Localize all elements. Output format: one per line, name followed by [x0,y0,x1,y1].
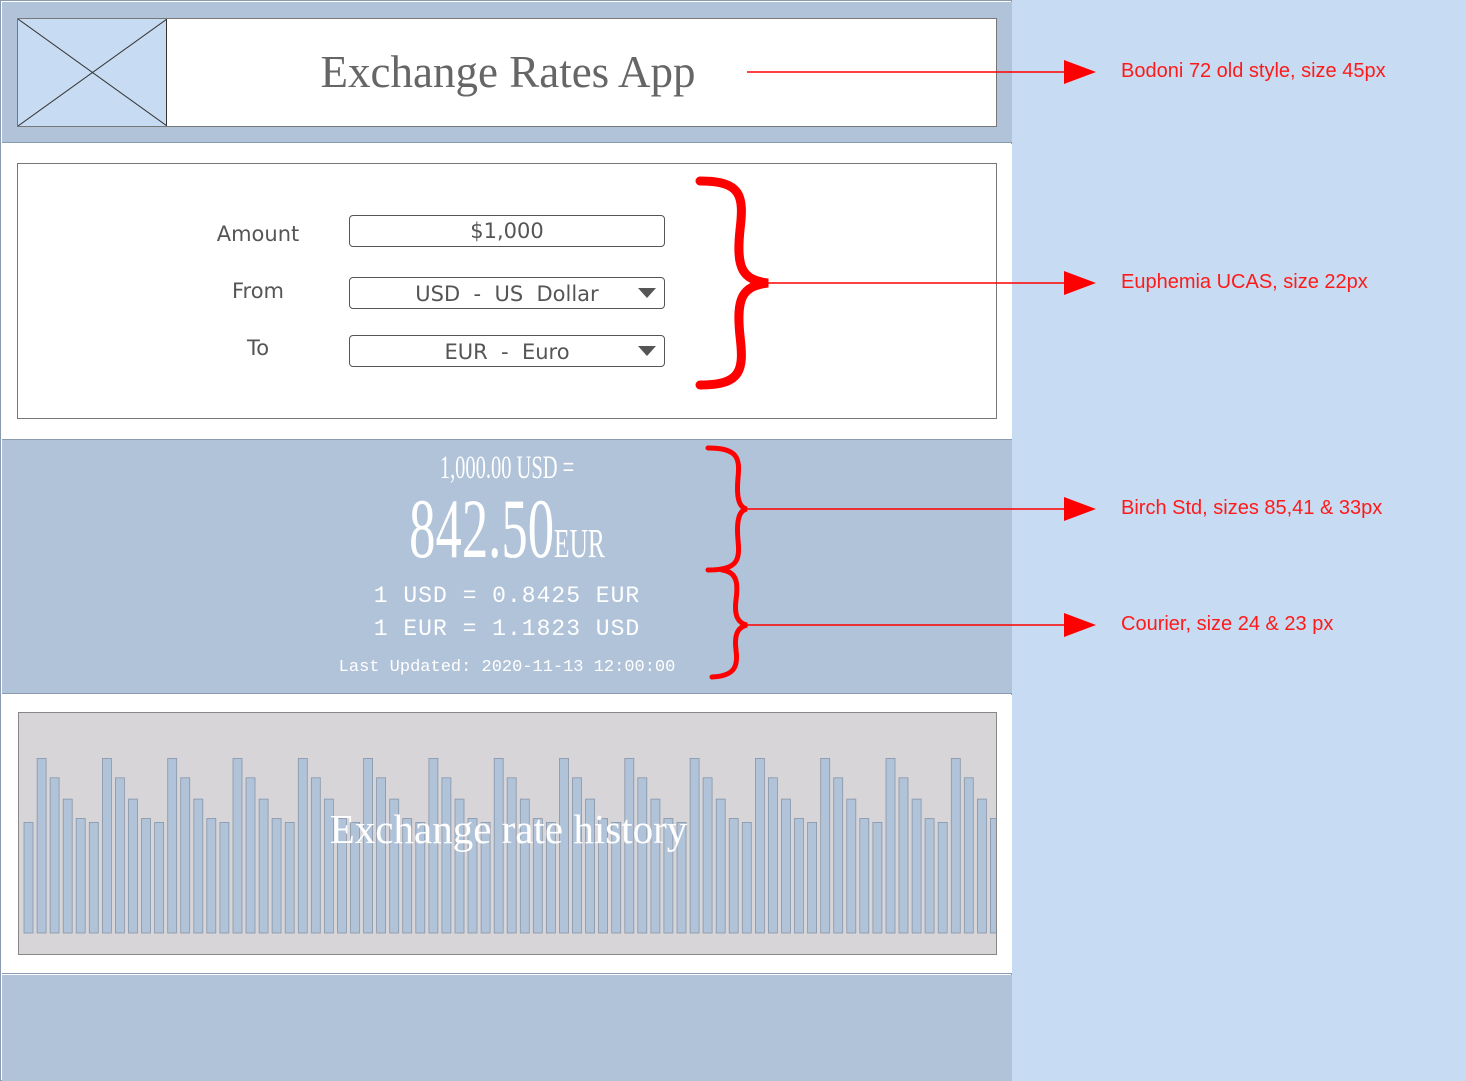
result-brace-lower-icon [709,567,748,680]
annotation-form-font: Euphemia UCAS, size 22px [1121,271,1368,293]
annotation-title-font: Bodoni 72 old style, size 45px [1121,60,1386,82]
annotation-rate-font: Courier, size 24 & 23 px [1121,613,1334,635]
arrow-head-icon [1064,271,1096,295]
form-brace-icon [695,176,769,390]
annotation-layer [695,60,1096,680]
arrow-head-icon [1064,497,1096,521]
annotation-result-font: Birch Std, sizes 85,41 & 33px [1121,497,1383,519]
result-brace-upper-icon [705,445,748,573]
arrow-head-icon [1064,613,1096,637]
arrow-head-icon [1064,60,1096,84]
